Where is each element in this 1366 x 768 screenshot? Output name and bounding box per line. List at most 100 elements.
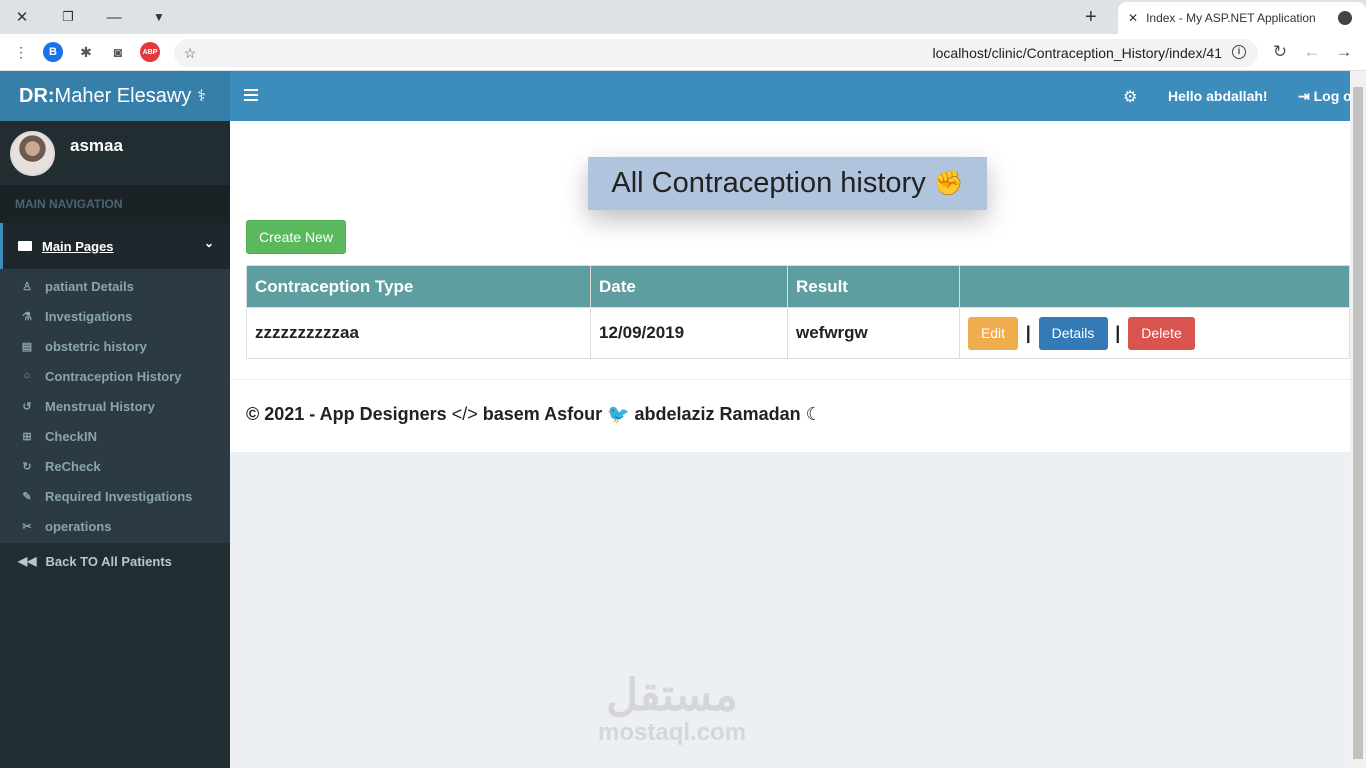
cell-result: wefwrgw xyxy=(787,307,960,359)
sidebar-item-label: Menstrual History xyxy=(45,398,155,414)
comment-icon: ○ xyxy=(23,370,31,382)
edit-button[interactable]: Edit xyxy=(968,316,1018,350)
column-header-date: Date xyxy=(590,265,788,308)
page-title: All Contraception history ✊ xyxy=(588,157,987,210)
sidebar-item-label: operations xyxy=(45,518,112,534)
sidebar-item-label: obstetric history xyxy=(45,338,147,354)
globe-icon xyxy=(1338,11,1352,25)
browser-toolbar: ⋮ B ✱ ◙ ABP ☆ localhost/clinic/Contracep… xyxy=(0,34,1366,71)
sidebar-item-contraception-history[interactable]: ○ Contraception History xyxy=(0,361,230,391)
user-doctor-icon: ⚕ xyxy=(197,88,206,105)
tab-title: Index - My ASP.NET Application xyxy=(1146,11,1316,25)
scrollbar-thumb[interactable] xyxy=(1353,87,1363,759)
tab-search-icon[interactable]: ▼ xyxy=(148,6,170,28)
flask-icon: ⚗ xyxy=(22,310,32,323)
content-area: All Contraception history ✊ Create New C… xyxy=(230,121,1350,768)
details-button[interactable]: Details xyxy=(1038,316,1108,350)
column-header-result: Result xyxy=(787,265,960,308)
sidebar-item-patient-details[interactable]: ♙ patiant Details xyxy=(0,271,230,301)
brand-prefix: DR: xyxy=(19,84,55,107)
footer-divider xyxy=(230,379,1350,380)
sidebar-item-required-investigations[interactable]: ✎ Required Investigations xyxy=(0,481,230,511)
contraception-table: Contraception Type Date Result zzzzzzzzz… xyxy=(246,265,1350,359)
cell-type: zzzzzzzzzzaa xyxy=(246,307,591,359)
puzzle-icon[interactable]: ✱ xyxy=(76,42,96,62)
folder-icon xyxy=(18,241,32,251)
clipboard-icon: ▤ xyxy=(21,340,33,353)
gears-icon[interactable]: ⚙ xyxy=(1123,87,1137,107)
column-header-type: Contraception Type xyxy=(246,265,591,308)
sidebar-item-label: ReCheck xyxy=(45,458,101,474)
browser-tab[interactable]: ✕ Index - My ASP.NET Application xyxy=(1118,2,1366,34)
sidebar-item-investigations[interactable]: ⚗ Investigations xyxy=(0,301,230,331)
moon-icon: ☾ xyxy=(805,404,822,424)
main-pages-submenu: ♙ patiant Details ⚗ Investigations ▤ obstet… xyxy=(0,269,230,543)
main-pages-label: Main Pages xyxy=(42,238,114,254)
backward-icon: ◀◀ xyxy=(18,554,37,568)
bookmark-star-icon[interactable]: ☆ xyxy=(180,43,200,63)
hand-rock-icon: ✊ xyxy=(933,170,964,197)
tab-close-icon[interactable]: ✕ xyxy=(1128,11,1138,25)
delete-button[interactable]: Delete xyxy=(1128,316,1196,350)
nav-header: MAIN NAVIGATION xyxy=(0,185,230,223)
sidebar-item-label: patiant Details xyxy=(45,278,134,294)
forward-arrow-icon[interactable]: → xyxy=(1334,42,1354,62)
url-text[interactable]: localhost/clinic/Contraception_History/i… xyxy=(933,45,1222,61)
cell-date: 12/09/2019 xyxy=(590,307,788,359)
code-icon: </> xyxy=(451,404,483,424)
watermark: مستقل mostaql.com xyxy=(598,672,746,746)
sidebar-item-menstrual-history[interactable]: ↺ Menstrual History xyxy=(0,391,230,421)
sidebar-item-label: Investigations xyxy=(45,308,133,324)
content-panel: All Contraception history ✊ Create New C… xyxy=(230,121,1350,452)
action-separator: | xyxy=(1115,322,1121,343)
create-new-button[interactable]: Create New xyxy=(246,220,346,254)
window-minimize-icon[interactable]: — xyxy=(103,6,125,28)
brand-logo[interactable]: DR: Maher Elesawy ⚕ xyxy=(0,71,230,121)
reload-icon[interactable]: ↻ xyxy=(1270,42,1290,62)
page-footer: © 2021 - App Designers </> basem Asfour … xyxy=(246,404,822,425)
info-icon[interactable]: i xyxy=(1232,45,1246,59)
sidebar-item-obstetric-history[interactable]: ▤ obstetric history xyxy=(0,331,230,361)
avatar xyxy=(10,131,55,176)
sidebar-item-label: Required Investigations xyxy=(45,488,193,504)
window-close-icon[interactable]: ✕ xyxy=(11,6,33,28)
sidebar-item-main-pages[interactable]: Main Pages ⌄ xyxy=(0,223,230,269)
table-row: zzzzzzzzzzaa 12/09/2019 wefwrgw Edit | D… xyxy=(246,307,1350,359)
sidebar-item-operations[interactable]: ✂ operations xyxy=(0,511,230,541)
address-bar[interactable]: ☆ localhost/clinic/Contraception_History… xyxy=(174,39,1258,67)
top-navbar: ⚙ Hello abdallah! ⇥ Log o xyxy=(230,71,1352,121)
page-scrollbar[interactable] xyxy=(1350,71,1366,768)
history-icon: ↺ xyxy=(22,400,32,413)
scissors-icon: ✂ xyxy=(22,520,32,533)
footer-copyright: © 2021 - App Designers xyxy=(246,404,447,424)
adblock-icon[interactable]: ABP xyxy=(140,42,160,62)
back-arrow-icon[interactable]: ← xyxy=(1302,42,1322,62)
user-panel: asmaa xyxy=(0,121,230,185)
sidebar-item-label: Contraception History xyxy=(45,368,182,384)
browser-tab-bar: ✕ ❐ — ▼ + ✕ Index - My ASP.NET Applicati… xyxy=(0,0,1366,34)
user-name: asmaa xyxy=(70,136,123,155)
window-restore-icon[interactable]: ❐ xyxy=(57,6,79,28)
twitter-icon: 🐦 xyxy=(607,404,635,424)
sidebar: asmaa MAIN NAVIGATION Main Pages ⌄ ♙ pati… xyxy=(0,121,230,768)
sidebar-item-recheck[interactable]: ↻ ReCheck xyxy=(0,451,230,481)
user-md-icon: ♙ xyxy=(22,280,32,293)
menu-dots-icon[interactable]: ⋮ xyxy=(11,42,31,62)
new-tab-button[interactable]: + xyxy=(1085,6,1097,29)
chevron-down-icon: ⌄ xyxy=(203,236,214,250)
extension-b-icon[interactable]: B xyxy=(43,42,63,62)
medkit-icon: ⊞ xyxy=(22,430,32,443)
watermark-logo: مستقل xyxy=(606,671,738,720)
logoff-link[interactable]: ⇥ Log o xyxy=(1298,88,1352,105)
action-separator: | xyxy=(1025,322,1031,343)
sidebar-toggle-icon[interactable] xyxy=(244,89,258,101)
camera-icon[interactable]: ◙ xyxy=(108,42,128,62)
footer-name-2: abdelaziz Ramadan xyxy=(634,404,801,424)
eyedropper-icon: ✎ xyxy=(22,490,32,503)
user-greeting[interactable]: Hello abdallah! xyxy=(1168,88,1268,104)
sidebar-item-label: CheckIN xyxy=(45,428,98,444)
sidebar-item-checkin[interactable]: ⊞ CheckIN xyxy=(0,421,230,451)
back-label: Back TO All Patients xyxy=(45,553,172,569)
back-to-patients-link[interactable]: ◀◀ Back TO All Patients xyxy=(0,543,230,579)
cell-actions: Edit | Details | Delete xyxy=(959,307,1350,359)
